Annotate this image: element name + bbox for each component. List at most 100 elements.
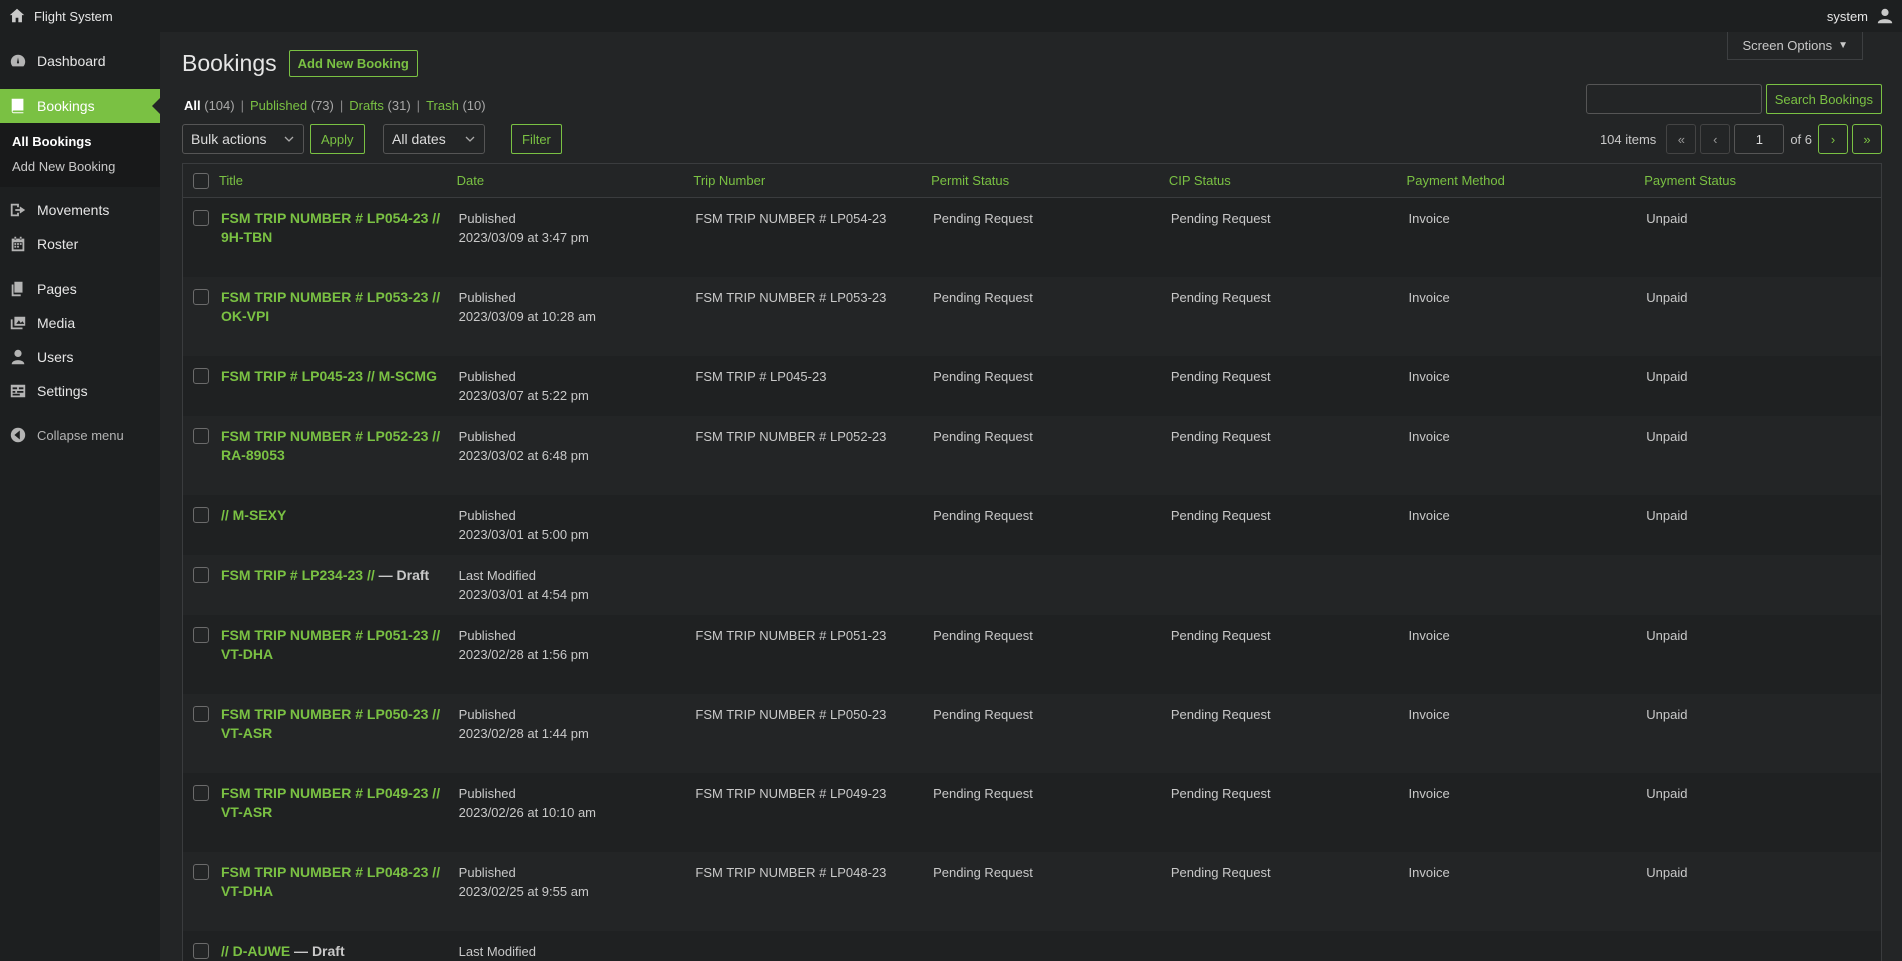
submenu-all-bookings[interactable]: All Bookings xyxy=(0,129,160,154)
table-row: FSM TRIP # LP234-23 // — Draft Last Modif… xyxy=(183,555,1881,615)
booking-title-link[interactable]: FSM TRIP NUMBER # LP053-23 // OK-VPI xyxy=(221,289,440,324)
post-date: 2023/02/25 at 9:55 am xyxy=(458,884,589,899)
sidebar-item-users[interactable]: Users xyxy=(0,340,160,374)
sidebar-item-media[interactable]: Media xyxy=(0,306,160,340)
filter-published-count: (73) xyxy=(310,98,334,113)
user-icon xyxy=(9,348,27,366)
cip-status-cell: Pending Request xyxy=(1170,786,1271,801)
row-checkbox[interactable] xyxy=(192,567,209,583)
last-page-button[interactable]: » xyxy=(1852,124,1882,154)
search-box: Search Bookings xyxy=(1585,84,1882,114)
cip-status-cell: Pending Request xyxy=(1170,369,1271,384)
booking-title-link[interactable]: // M-SEXY xyxy=(221,507,286,523)
permit-status-cell: Pending Request xyxy=(933,508,1033,523)
admin-bar-account[interactable]: system xyxy=(1827,7,1894,25)
filter-drafts[interactable]: Drafts (31) xyxy=(349,98,410,113)
title-line-2: VT-ASR xyxy=(220,804,273,820)
apply-button[interactable]: Apply xyxy=(310,124,365,154)
row-checkbox[interactable] xyxy=(192,507,209,523)
post-status: Last Modified xyxy=(458,944,536,959)
row-checkbox[interactable] xyxy=(192,210,209,226)
submenu-add-new-booking[interactable]: Add New Booking xyxy=(0,154,160,179)
sidebar-item-pages[interactable]: Pages xyxy=(0,272,160,306)
post-status: Published xyxy=(458,508,516,523)
sidebar-item-movements[interactable]: Movements xyxy=(0,193,160,227)
search-bookings-button[interactable]: Search Bookings xyxy=(1765,84,1882,114)
bulk-actions-value: Bulk actions xyxy=(191,131,267,147)
booking-title-link[interactable]: FSM TRIP NUMBER # LP048-23 // VT-DHA xyxy=(221,864,440,899)
booking-title-link[interactable]: FSM TRIP # LP234-23 // — Draft xyxy=(221,567,429,583)
sidebar-item-settings[interactable]: Settings xyxy=(0,374,160,408)
filter-trash[interactable]: Trash (10) xyxy=(426,98,486,113)
payment-status-cell: Unpaid xyxy=(1646,290,1688,305)
row-checkbox[interactable] xyxy=(192,627,209,643)
booking-title-link[interactable]: FSM TRIP NUMBER # LP052-23 // RA-89053 xyxy=(221,428,440,463)
bulk-actions-select[interactable]: Bulk actions xyxy=(182,124,304,154)
row-checkbox[interactable] xyxy=(192,943,209,959)
payment-status-cell: Unpaid xyxy=(1646,508,1688,523)
booking-title-link[interactable]: FSM TRIP NUMBER # LP049-23 // VT-ASR xyxy=(221,785,440,820)
title-line-1: // D-AUWE xyxy=(220,943,291,959)
date-cell: Published 2023/03/09 at 3:47 pm xyxy=(457,209,694,247)
post-status: Published xyxy=(458,865,516,880)
row-checkbox[interactable] xyxy=(192,706,209,722)
row-checkbox[interactable] xyxy=(192,864,209,880)
prev-page-button[interactable]: ‹ xyxy=(1700,124,1731,154)
column-payment-status[interactable]: Payment Status xyxy=(1644,173,1881,188)
sidebar-item-dashboard[interactable]: Dashboard xyxy=(0,44,160,78)
column-payment-method[interactable]: Payment Method xyxy=(1407,173,1645,188)
sidebar-item-roster[interactable]: Roster xyxy=(0,227,160,261)
post-status: Published xyxy=(458,290,516,305)
screen-options-button[interactable]: Screen Options ▼ xyxy=(1727,32,1863,60)
site-name[interactable]: Flight System xyxy=(34,9,113,24)
sidebar-item-label: Bookings xyxy=(37,98,95,114)
column-permit-status[interactable]: Permit Status xyxy=(931,173,1169,188)
row-checkbox[interactable] xyxy=(192,289,209,305)
user-name[interactable]: system xyxy=(1827,9,1868,24)
booking-title-link[interactable]: FSM TRIP NUMBER # LP054-23 // 9H-TBN xyxy=(221,210,440,245)
row-checkbox[interactable] xyxy=(192,368,209,384)
permit-status-cell: Pending Request xyxy=(933,628,1033,643)
dates-select[interactable]: All dates xyxy=(383,124,485,154)
post-date: 2023/03/01 at 4:54 pm xyxy=(458,587,589,602)
table-header: Title Date Trip Number Permit Status CIP… xyxy=(183,164,1881,198)
add-new-booking-button[interactable]: Add New Booking xyxy=(288,50,418,77)
collapse-menu-button[interactable]: Collapse menu xyxy=(0,418,160,452)
admin-bar-site[interactable]: Flight System xyxy=(8,7,113,25)
collapse-arrow-icon xyxy=(9,426,27,444)
booking-title-link[interactable]: FSM TRIP # LP045-23 // M-SCMG xyxy=(221,368,437,384)
current-page-input[interactable] xyxy=(1734,124,1785,154)
row-checkbox[interactable] xyxy=(192,785,209,801)
bookings-table: Title Date Trip Number Permit Status CIP… xyxy=(182,163,1882,961)
filter-button[interactable]: Filter xyxy=(511,124,562,154)
first-page-button[interactable]: « xyxy=(1666,124,1697,154)
sidebar-item-label: Media xyxy=(37,315,76,331)
row-checkbox[interactable] xyxy=(192,428,209,444)
filter-published[interactable]: Published (73) xyxy=(250,98,334,113)
filter-all[interactable]: All (104) xyxy=(184,98,235,113)
payment-status-cell: Unpaid xyxy=(1646,865,1688,880)
dates-value: All dates xyxy=(392,131,446,147)
column-date[interactable]: Date xyxy=(457,173,694,188)
permit-status-cell: Pending Request xyxy=(933,429,1033,444)
next-page-button[interactable]: › xyxy=(1818,124,1848,154)
booking-title-link[interactable]: // D-AUWE — Draft xyxy=(221,943,345,959)
permit-status-cell: Pending Request xyxy=(933,290,1033,305)
row-checkbox-cell xyxy=(183,506,219,523)
pages-icon xyxy=(9,280,27,298)
booking-title-link[interactable]: FSM TRIP NUMBER # LP050-23 // VT-ASR xyxy=(221,706,440,741)
title-cell: FSM TRIP # LP234-23 // — Draft xyxy=(219,566,457,585)
payment-status-cell: Unpaid xyxy=(1646,211,1688,226)
payment-status-cell: Unpaid xyxy=(1646,707,1688,722)
column-cip-status[interactable]: CIP Status xyxy=(1169,173,1407,188)
title-line-2: RA-89053 xyxy=(220,447,285,463)
post-status: Published xyxy=(458,211,516,226)
select-all-checkbox[interactable] xyxy=(192,172,209,189)
search-input[interactable] xyxy=(1585,84,1762,114)
column-trip-number[interactable]: Trip Number xyxy=(693,173,931,188)
booking-title-link[interactable]: FSM TRIP NUMBER # LP051-23 // VT-DHA xyxy=(221,627,440,662)
sidebar-item-bookings[interactable]: Bookings xyxy=(0,89,160,123)
trip-number-cell: FSM TRIP # LP045-23 xyxy=(695,369,827,384)
column-title[interactable]: Title xyxy=(219,173,457,188)
permit-status-cell: Pending Request xyxy=(933,369,1033,384)
